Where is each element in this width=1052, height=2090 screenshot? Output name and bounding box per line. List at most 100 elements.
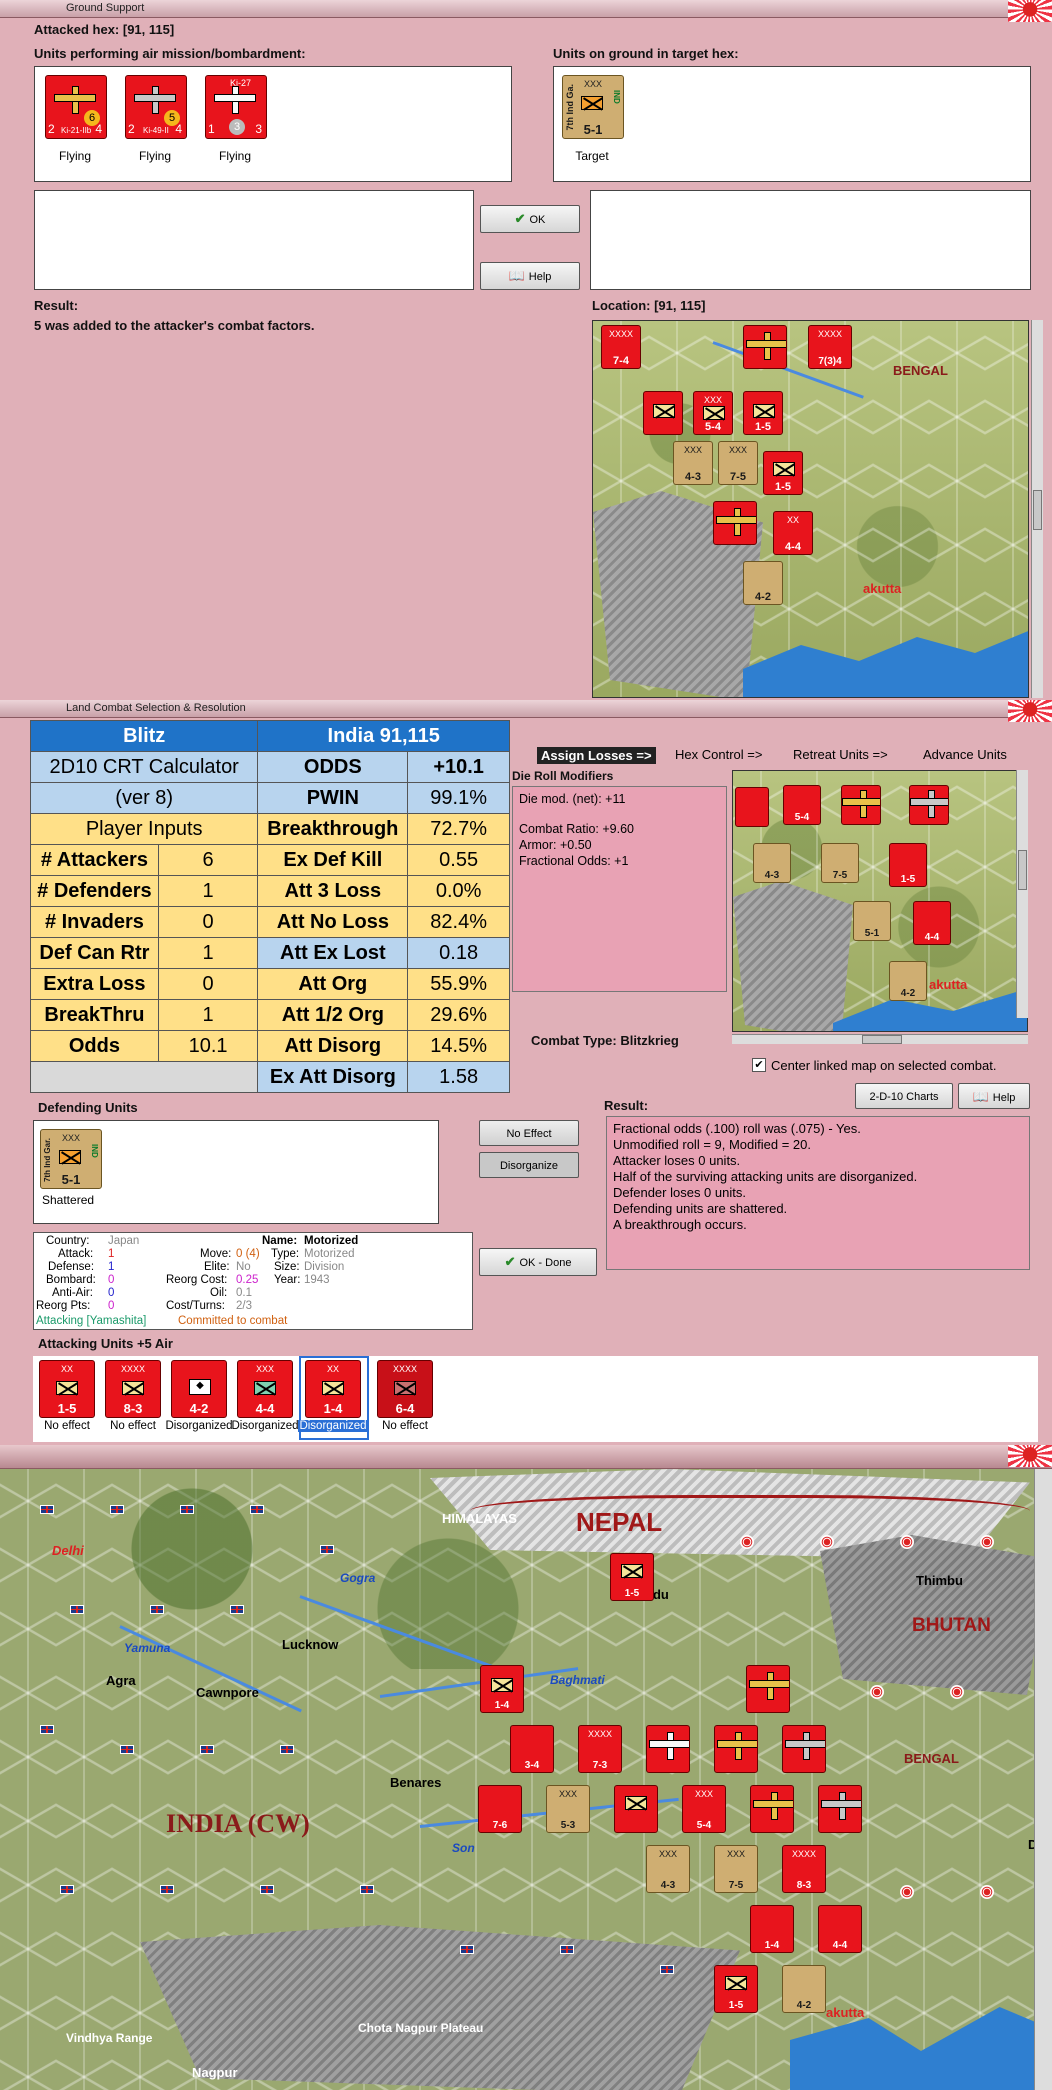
map-unit[interactable]: 1-5 [714,1965,758,2013]
map-unit[interactable] [614,1785,658,1833]
map-vscroll[interactable] [1034,1469,1052,2090]
title-bar[interactable]: Land Combat Selection & Resolution [0,700,1052,722]
attacker-unit-counter[interactable]: XX 1-5 [39,1360,95,1418]
map-unit[interactable]: XXX 4-3 [673,441,713,485]
map-unit[interactable]: 4-2 [743,561,783,605]
map-unit[interactable] [646,1725,690,1773]
map-unit[interactable]: 4-4 [818,1905,862,1953]
disorganize-button[interactable]: Disorganize [479,1152,579,1178]
ok-done-button[interactable]: ✔ OK - Done [479,1248,597,1276]
ground-support-window: Ground Support Attacked hex: [91, 115] U… [0,0,1052,700]
unit-strength: 6-4 [395,1401,415,1416]
combat-minimap-vscroll[interactable] [1016,770,1028,1018]
scrollbar-thumb[interactable] [1018,850,1027,890]
title-bar[interactable] [0,1445,1052,1469]
attacker-unit-counter[interactable]: ◆ 4-2 [171,1360,227,1418]
map-unit[interactable]: XXXX 7(3)4 [808,325,852,369]
air-unit-counter[interactable]: Ki-27 1 3 3 [205,75,267,139]
map-unit[interactable]: 1-4 [480,1665,524,1713]
input-value[interactable]: 0 [157,968,259,1000]
input-value[interactable]: 0 [157,906,259,938]
air-unit-name: Ki-21-IIb [61,126,92,135]
map-unit[interactable] [818,1785,862,1833]
help-button[interactable]: 📖 Help [480,262,580,290]
combat-minimap[interactable]: akutta 5-4 4-3 7-5 1-5 5-1 4-4 4-2 [732,770,1028,1032]
map-unit[interactable]: XXXX 7-4 [601,325,641,369]
map-unit[interactable]: 1-5 [889,843,927,887]
input-value[interactable]: 1 [157,937,259,969]
map-unit[interactable]: 4-2 [889,961,927,1001]
title-bar[interactable]: Ground Support [0,0,1052,22]
map-unit[interactable]: XXX 5-4 [693,391,733,435]
map-unit[interactable]: 5-4 [783,785,821,825]
map-unit[interactable]: XXX 7-5 [714,1845,758,1893]
attacker-unit-counter[interactable]: XXXX 6-4 [377,1360,433,1418]
target-unit-counter[interactable]: 7th Ind Ga. XXX IND 5-1 [562,75,624,139]
map-unit[interactable]: 1-5 [610,1553,654,1601]
window-title: Ground Support [66,2,145,14]
crt-calculator-table: Blitz India 91,115 2D10 CRT Calculator O… [29,720,510,1093]
scrollbar-thumb[interactable] [862,1035,902,1044]
map-unit[interactable]: 1-4 [750,1905,794,1953]
result-text: 5 was added to the attacker's combat fac… [34,318,315,333]
map-unit[interactable]: 4-4 [913,901,951,945]
map-unit[interactable] [743,325,787,369]
map-unit[interactable] [841,785,881,825]
window-title: Land Combat Selection & Resolution [66,702,246,714]
map-unit[interactable] [750,1785,794,1833]
tab-assign-losses[interactable]: Assign Losses => [537,747,656,764]
air-unit-counter[interactable]: 2 Ki-21-IIb 4 6 [45,75,107,139]
map-unit[interactable]: 1-5 [763,451,803,495]
help-label: Help [992,1092,1016,1104]
map-unit[interactable]: 7-6 [478,1785,522,1833]
map-unit[interactable]: XX 4-4 [773,511,813,555]
scrollbar-thumb[interactable] [1033,490,1042,530]
input-label: BreakThru [30,999,159,1031]
attacker-unit-counter[interactable]: XXX 4-4 [237,1360,293,1418]
map-unit[interactable]: 5-1 [853,901,891,941]
charts-button[interactable]: 2-D-10 Charts [855,1083,953,1109]
input-value[interactable]: 10.1 [157,1030,259,1062]
map-unit[interactable] [713,501,757,545]
tab-advance-units[interactable]: Advance Units [923,747,1007,762]
input-value[interactable]: 1 [157,999,259,1031]
attacker-unit-counter[interactable]: XXXX 8-3 [105,1360,161,1418]
attacker-unit-counter[interactable]: XX 1-4 [305,1360,361,1418]
defender-unit-counter[interactable]: 7th Ind Gar. XXX IND 5-1 [40,1129,102,1189]
minimap[interactable]: BENGAL akutta XXXX 7-4 XXX 5-4 1-5 XXX 4-3 … [592,320,1029,698]
center-linked-checkbox[interactable]: ✔ [752,1058,766,1072]
input-value[interactable]: 1 [157,875,259,907]
tab-retreat-units[interactable]: Retreat Units => [793,747,888,762]
map-unit[interactable]: 4-3 [753,843,791,883]
ok-button[interactable]: ✔ OK [480,205,580,233]
map-unit[interactable]: XXX 4-3 [646,1845,690,1893]
strategic-map-window[interactable]: HIMALAYAS NEPAL ndu Thimbu BHUTAN Delhi … [0,1445,1052,2090]
map-unit[interactable] [714,1725,758,1773]
map-unit[interactable] [643,391,683,435]
map-unit[interactable]: XXX 7-5 [718,441,758,485]
no-effect-button[interactable]: No Effect [479,1120,579,1146]
input-value[interactable]: 6 [157,844,259,876]
map-unit[interactable]: XXXX 8-3 [782,1845,826,1893]
info-label: Name: [262,1235,298,1247]
map-unit[interactable] [909,785,949,825]
map-unit[interactable]: XXX 5-4 [682,1785,726,1833]
air-unit-counter[interactable]: 2 Ki-49-II 4 5 [125,75,187,139]
die-roll-label: Die Roll Modifiers [512,769,614,783]
info-defense: 1 [108,1261,115,1273]
map-unit[interactable]: 1-5 [743,391,783,435]
map-unit[interactable]: XXX 5-3 [546,1785,590,1833]
minimap-scrollbar[interactable] [1031,320,1043,698]
map-unit[interactable]: 4-2 [782,1965,826,2013]
map-unit[interactable] [782,1725,826,1773]
map-unit[interactable] [746,1665,790,1713]
help-button[interactable]: 📖 Help [958,1083,1030,1109]
map-unit[interactable]: XXXX 7-3 [578,1725,622,1773]
map-unit[interactable] [735,787,769,827]
unit-info-panel: Country: Japan Attack: 1 Defense: 1 Bomb… [33,1232,473,1330]
crt-empty-cell [29,1061,259,1093]
map-unit[interactable]: 7-5 [821,843,859,883]
combat-minimap-hscroll[interactable] [732,1034,1028,1044]
tab-hex-control[interactable]: Hex Control => [675,747,762,762]
map-unit[interactable]: 3-4 [510,1725,554,1773]
